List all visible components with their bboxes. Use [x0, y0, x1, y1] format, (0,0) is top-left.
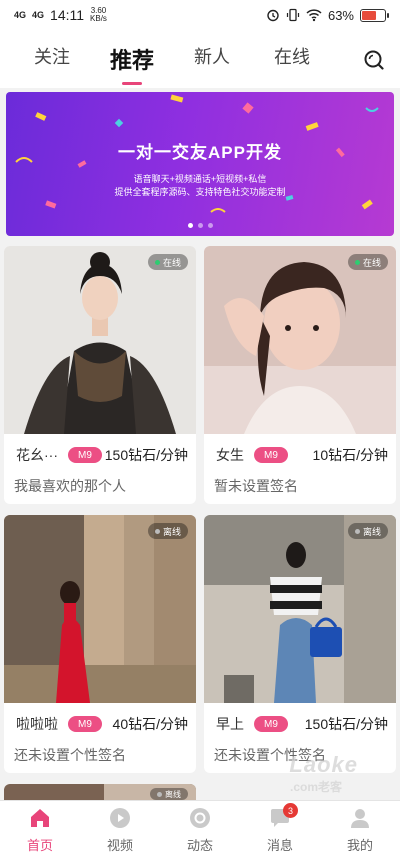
level-badge: M9	[68, 447, 102, 463]
watermark: Laoke	[289, 752, 358, 777]
user-signature: 暂未设置签名	[214, 478, 298, 494]
tab-label: 动态	[186, 838, 213, 853]
tab-recommend[interactable]: 推荐	[92, 43, 172, 85]
tab-follow[interactable]: 关注	[12, 43, 92, 75]
watermark-sub: .com老客	[289, 780, 342, 794]
offline-status-badge: 离线	[147, 523, 188, 539]
level-badge: M9	[68, 716, 102, 732]
tab-video[interactable]: 视频	[80, 801, 160, 857]
bottom-tab-bar: 首页 视频 动态 3 消息 我的	[0, 800, 400, 857]
vibrate-icon	[286, 8, 300, 22]
offline-status-badge: 离线	[347, 523, 388, 539]
promo-banner[interactable]: 一对一交友APP开发 语音聊天+视频通话+短视频+私信 提供全套程序源码、支持特…	[6, 92, 394, 236]
user-card[interactable]: 离线 早上 M9 150钻石/分钟 还未设置个性签名	[204, 515, 396, 773]
user-photo	[4, 515, 196, 703]
online-status-badge: 在线	[347, 254, 388, 270]
status-dot	[354, 528, 360, 534]
video-icon	[110, 808, 130, 828]
user-photo	[204, 515, 396, 703]
status-left: 4G 4G 14:11 3.60 KB/s	[14, 7, 107, 24]
online-status-badge: 在线	[147, 254, 188, 270]
user-card[interactable]: 离线 啦啦啦 M9 40钻石/分钟 还未设置个性签名	[4, 515, 196, 773]
status-text: 离线	[362, 526, 381, 537]
status-dot	[354, 259, 360, 265]
tab-label: 我的	[346, 838, 373, 853]
status-dot	[154, 259, 160, 265]
call-price: 150钻石/分钟	[104, 447, 188, 463]
tab-newcomer[interactable]: 新人	[172, 43, 252, 75]
user-card[interactable]: 在线 花幺··· M9 150钻石/分钟 我最喜欢的那个人	[4, 246, 196, 504]
banner-pagination	[6, 223, 394, 228]
offline-status-badge: 离线	[150, 788, 188, 800]
status-right: 63%	[266, 7, 389, 23]
unread-badge: 3	[283, 803, 298, 818]
tab-online[interactable]: 在线	[252, 43, 332, 75]
battery-fill	[362, 10, 376, 20]
user-card[interactable]: 在线 女生 M9 10钻石/分钟 暂未设置签名	[204, 246, 396, 504]
call-price: 150钻石/分钟	[304, 716, 388, 732]
banner-line-2: 提供全套程序源码、支持特色社交功能定制	[114, 187, 286, 197]
profile-icon	[351, 809, 369, 828]
status-dot	[154, 528, 160, 534]
battery-icon	[360, 8, 389, 22]
moments-icon	[190, 808, 210, 828]
user-signature: 我最喜欢的那个人	[14, 478, 126, 494]
status-text: 在线	[362, 257, 381, 268]
tab-profile[interactable]: 我的	[320, 801, 400, 857]
search-icon[interactable]	[362, 48, 386, 72]
banner-dot[interactable]	[207, 223, 213, 228]
level-badge: M9	[254, 716, 288, 732]
user-name: 女生	[216, 447, 244, 463]
user-name: 早上	[216, 716, 244, 732]
net-speed-unit: KB/s	[90, 14, 107, 23]
banner-dot[interactable]	[197, 223, 203, 228]
net-speed: 3.60 KB/s	[90, 7, 107, 23]
banner-dot[interactable]	[187, 223, 193, 228]
tab-label: 视频	[106, 838, 133, 853]
user-name: 啦啦啦	[16, 716, 58, 732]
user-name: 花幺···	[16, 447, 58, 463]
network-1: 4G	[14, 9, 27, 20]
tab-label: 首页	[26, 838, 53, 853]
call-price: 40钻石/分钟	[112, 716, 188, 732]
status-text: 离线	[162, 526, 181, 537]
wifi-icon	[306, 9, 322, 22]
tab-moments[interactable]: 动态	[160, 801, 240, 857]
banner-confetti	[15, 94, 379, 213]
network-2: 4G	[32, 9, 45, 20]
battery-percent: 63%	[327, 7, 354, 23]
tab-label: 消息	[266, 838, 293, 853]
home-icon	[31, 809, 49, 827]
call-price: 10钻石/分钟	[312, 447, 388, 463]
clock: 14:11	[50, 7, 85, 23]
user-card[interactable]: 离线	[4, 784, 196, 800]
user-photo	[204, 246, 396, 434]
banner-line-1: 语音聊天+视频通话+短视频+私信	[133, 174, 267, 184]
top-tabs: 关注 推荐 新人 在线	[12, 43, 332, 85]
status-text: 在线	[162, 257, 181, 268]
level-badge: M9	[254, 447, 288, 463]
card-info-row: 啦啦啦 M9 40钻石/分钟	[4, 713, 196, 735]
card-info-row: 女生 M9 10钻石/分钟	[204, 444, 396, 466]
tab-messages[interactable]: 3 消息	[240, 801, 320, 857]
top-nav: 关注 推荐 新人 在线	[0, 30, 400, 88]
banner-title: 一对一交友APP开发	[118, 143, 282, 162]
user-photo	[4, 246, 196, 434]
status-text: 离线	[165, 789, 181, 799]
status-dot	[157, 791, 162, 797]
user-signature: 还未设置个性签名	[14, 747, 126, 763]
card-info-row: 花幺··· M9 150钻石/分钟	[4, 444, 196, 466]
alarm-icon	[267, 9, 279, 22]
status-bar: 4G 4G 14:11 3.60 KB/s 63%	[0, 0, 400, 30]
tab-home[interactable]: 首页	[0, 801, 80, 857]
card-info-row: 早上 M9 150钻石/分钟	[204, 713, 396, 735]
